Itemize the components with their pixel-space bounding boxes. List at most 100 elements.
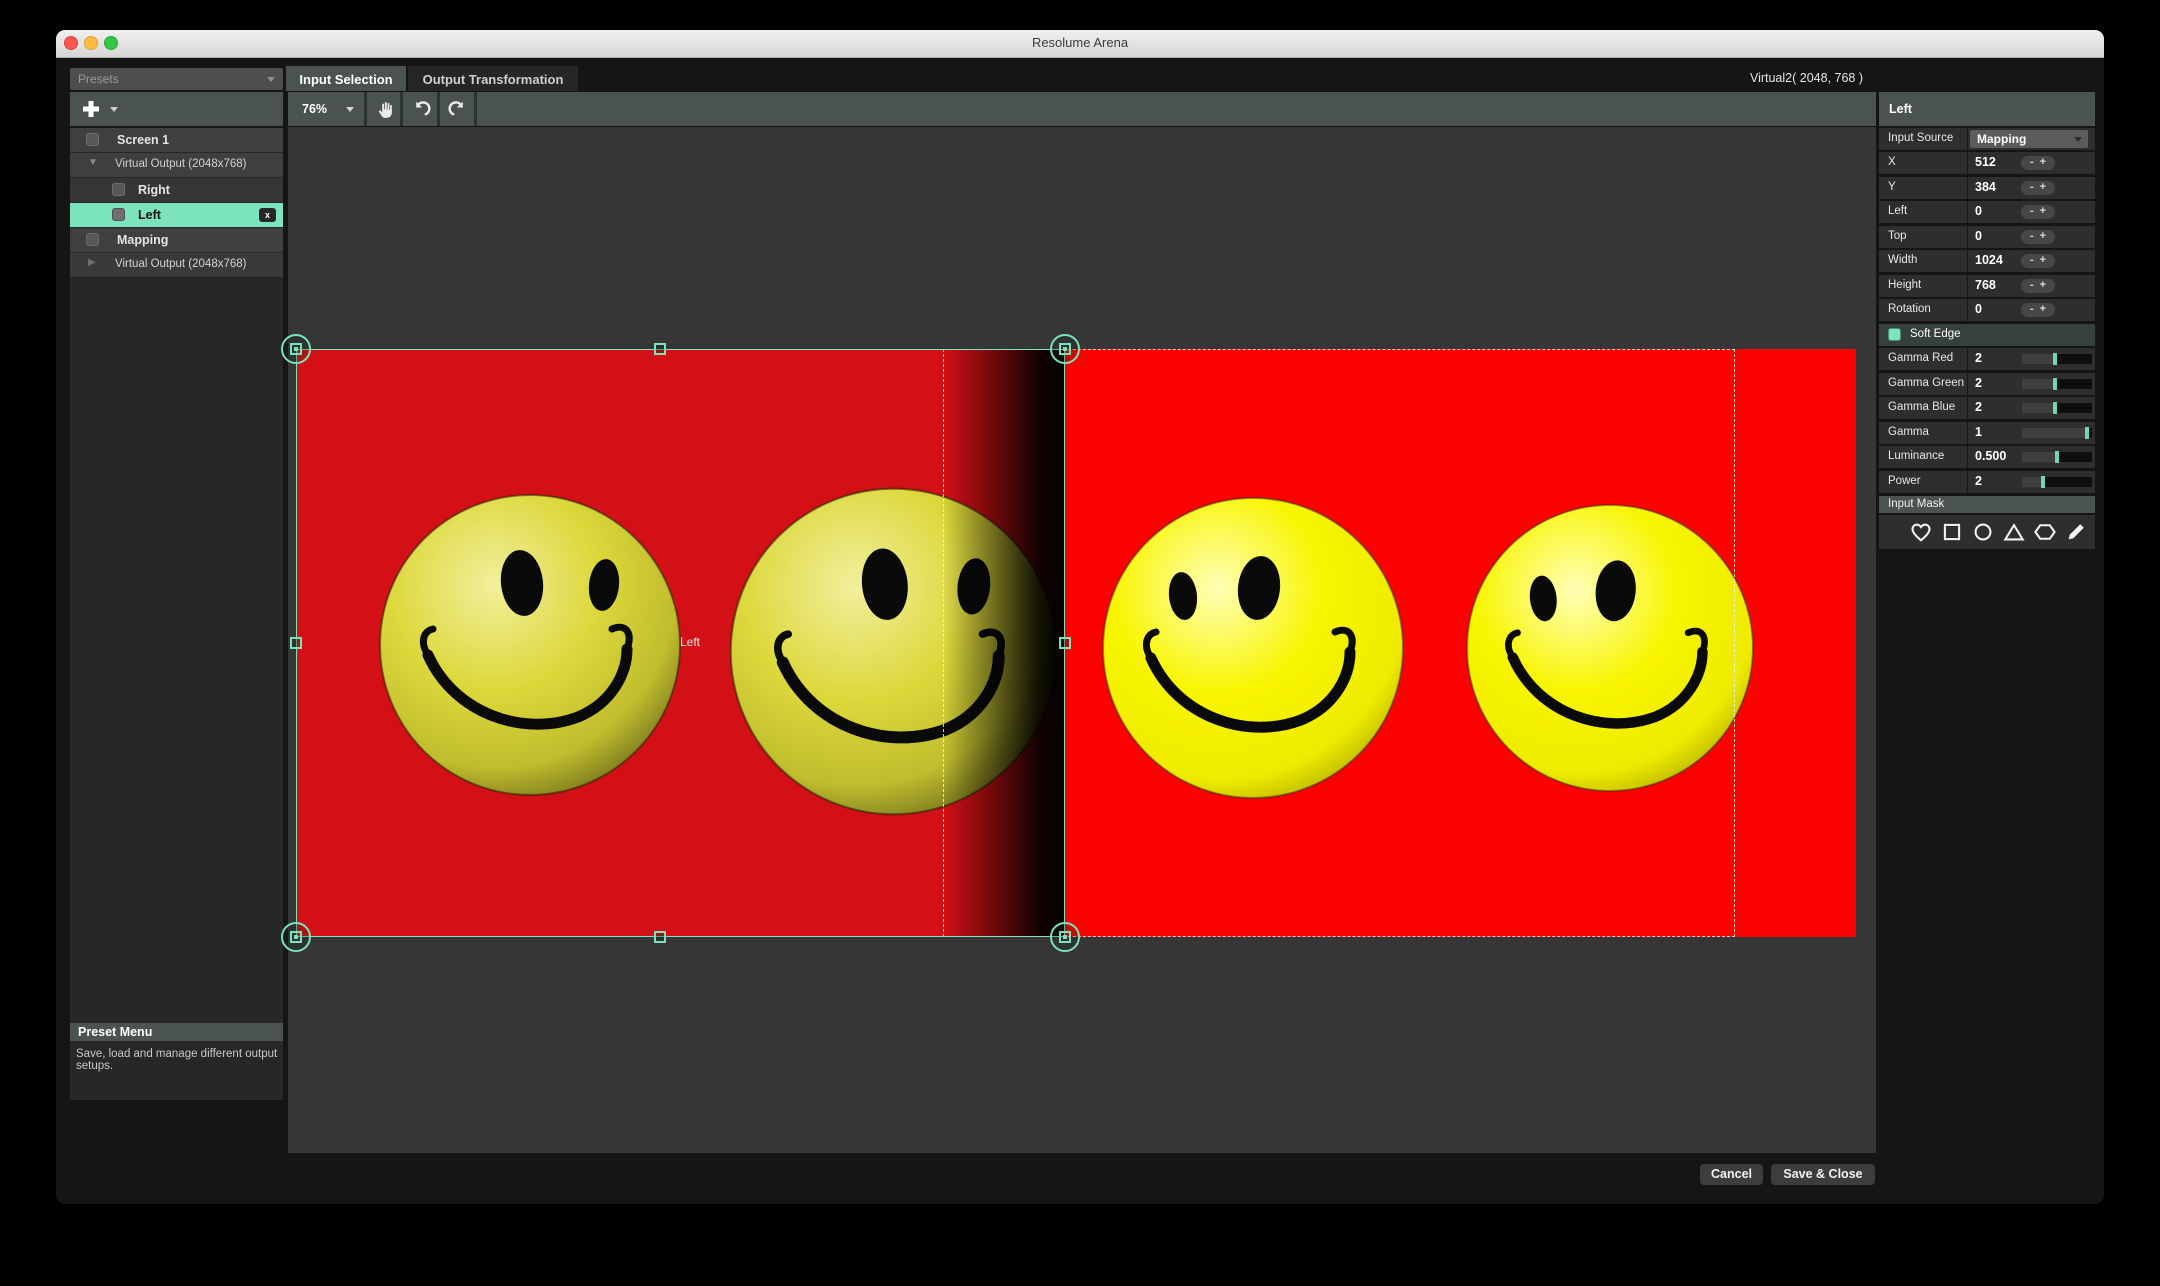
- presets-dropdown[interactable]: Presets: [70, 68, 283, 90]
- property-value[interactable]: 2: [1975, 351, 1982, 365]
- property-value[interactable]: 0: [1975, 229, 1982, 243]
- stepper[interactable]: -+: [2021, 156, 2055, 170]
- hexagon-mask-icon[interactable]: [2033, 520, 2057, 544]
- slice-name-label: Left: [680, 635, 700, 649]
- undo-icon: [411, 99, 431, 119]
- minus-button[interactable]: -: [2027, 279, 2037, 291]
- canvas-toolbar: 76%: [288, 92, 1876, 126]
- stepper[interactable]: -+: [2021, 205, 2055, 219]
- plus-button[interactable]: +: [2037, 230, 2049, 242]
- selection-handle-bottom-right[interactable]: [1050, 922, 1080, 952]
- minus-button[interactable]: -: [2027, 181, 2037, 193]
- hand-icon: [375, 99, 395, 119]
- property-value[interactable]: 0: [1975, 204, 1982, 218]
- tab-output-transformation[interactable]: Output Transformation: [408, 66, 578, 91]
- minus-button[interactable]: -: [2027, 303, 2037, 315]
- advanced-output-window: Resolume Arena Presets Screen 1 ▼ Virtua…: [56, 30, 2104, 1204]
- tree-item-mapping[interactable]: Mapping: [70, 228, 283, 252]
- selection-handle-left-mid[interactable]: [290, 637, 302, 649]
- tab-input-selection[interactable]: Input Selection: [286, 66, 406, 91]
- input-mask-shapes: [1879, 515, 2095, 549]
- property-value[interactable]: 0: [1975, 302, 1982, 316]
- zoom-level-dropdown[interactable]: 76%: [288, 92, 367, 126]
- stepper[interactable]: -+: [2021, 303, 2055, 317]
- property-value[interactable]: 384: [1975, 180, 1996, 194]
- checkbox[interactable]: [86, 133, 99, 146]
- triangle-mask-icon[interactable]: [2002, 520, 2026, 544]
- property-value[interactable]: 1024: [1975, 253, 2003, 267]
- property-label: Gamma: [1888, 426, 1929, 438]
- square-mask-icon[interactable]: [1940, 520, 1964, 544]
- checkbox[interactable]: [112, 208, 125, 221]
- plus-button[interactable]: +: [2037, 181, 2049, 193]
- minus-button[interactable]: -: [2027, 205, 2037, 217]
- tree-item-screen1[interactable]: Screen 1: [70, 128, 283, 152]
- save-and-close-button[interactable]: Save & Close: [1771, 1164, 1875, 1185]
- property-value[interactable]: 2: [1975, 400, 1982, 414]
- property-row-gamma-green: Gamma Green 2: [1879, 373, 2095, 395]
- checkbox[interactable]: [112, 183, 125, 196]
- plus-button[interactable]: +: [2037, 279, 2049, 291]
- circle-mask-icon[interactable]: [1971, 520, 1995, 544]
- presets-dropdown-label: Presets: [78, 72, 119, 86]
- pen-mask-icon[interactable]: [2064, 520, 2088, 544]
- selection-handle-top-left[interactable]: [281, 334, 311, 364]
- add-output-button[interactable]: [80, 98, 120, 120]
- input-source-dropdown[interactable]: Mapping: [1970, 130, 2088, 148]
- pan-tool-button[interactable]: [367, 92, 403, 126]
- plus-button[interactable]: +: [2037, 254, 2049, 266]
- virtual-output-info: Virtual2( 2048, 768 ): [1750, 71, 1863, 85]
- gamma-slider[interactable]: [2022, 428, 2092, 438]
- minus-button[interactable]: -: [2027, 230, 2037, 242]
- property-label: Y: [1888, 181, 1896, 193]
- chevron-expanded-icon[interactable]: ▼: [88, 157, 98, 168]
- remove-slice-button[interactable]: x: [259, 208, 276, 222]
- stepper[interactable]: -+: [2021, 181, 2055, 195]
- property-value[interactable]: 512: [1975, 155, 1996, 169]
- selection-handle-top-mid[interactable]: [654, 343, 666, 355]
- selection-handle-right-mid[interactable]: [1059, 637, 1071, 649]
- gamma-green-slider[interactable]: [2022, 379, 2092, 389]
- heart-mask-icon[interactable]: [1909, 520, 1933, 544]
- plus-button[interactable]: +: [2037, 156, 2049, 168]
- property-value[interactable]: 2: [1975, 474, 1982, 488]
- property-label: Width: [1888, 254, 1917, 266]
- gamma-blue-slider[interactable]: [2022, 403, 2092, 413]
- plus-button[interactable]: +: [2037, 205, 2049, 217]
- tree-item-left-slice-selected[interactable]: Left x: [70, 203, 283, 227]
- minus-button[interactable]: -: [2027, 254, 2037, 266]
- checkbox[interactable]: [86, 233, 99, 246]
- property-value[interactable]: 1: [1975, 425, 1982, 439]
- property-label: Height: [1888, 279, 1921, 291]
- chevron-collapsed-icon[interactable]: ▶: [88, 257, 96, 268]
- tree-item-right-slice[interactable]: Right: [70, 178, 283, 202]
- stepper[interactable]: -+: [2021, 230, 2055, 244]
- property-value[interactable]: 0.500: [1975, 449, 2006, 463]
- property-row-top: Top 0 -+: [1879, 226, 2095, 248]
- stepper[interactable]: -+: [2021, 254, 2055, 268]
- property-value[interactable]: 2: [1975, 376, 1982, 390]
- plus-button[interactable]: +: [2037, 303, 2049, 315]
- title-bar[interactable]: Resolume Arena: [56, 30, 2104, 58]
- gamma-red-slider[interactable]: [2022, 354, 2092, 364]
- plus-icon: [80, 98, 102, 120]
- tree-item-virtual-output-2[interactable]: ▶ Virtual Output (2048x768): [70, 253, 283, 277]
- selection-handle-bottom-left[interactable]: [281, 922, 311, 952]
- tree-item-virtual-output[interactable]: ▼ Virtual Output (2048x768): [70, 153, 283, 177]
- stepper[interactable]: -+: [2021, 279, 2055, 293]
- tree-item-label: Virtual Output (2048x768): [115, 258, 246, 270]
- property-label: Luminance: [1888, 450, 1944, 462]
- selection-handle-top-right[interactable]: [1050, 334, 1080, 364]
- property-row-gamma: Gamma 1: [1879, 422, 2095, 444]
- luminance-slider[interactable]: [2022, 452, 2092, 462]
- redo-button[interactable]: [440, 92, 477, 126]
- minus-button[interactable]: -: [2027, 156, 2037, 168]
- power-slider[interactable]: [2022, 477, 2092, 487]
- property-value[interactable]: 768: [1975, 278, 1996, 292]
- output-mapping-canvas[interactable]: Left: [288, 127, 1876, 1153]
- cancel-button[interactable]: Cancel: [1700, 1164, 1763, 1185]
- tree-item-label: Left: [138, 208, 161, 222]
- selection-handle-bottom-mid[interactable]: [654, 931, 666, 943]
- undo-button[interactable]: [403, 92, 440, 126]
- soft-edge-checkbox[interactable]: [1888, 328, 1901, 341]
